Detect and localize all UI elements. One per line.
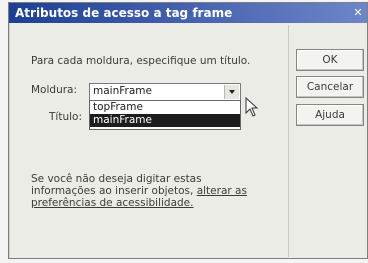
info-text: Se você não deseja digitar estas informa… [31, 173, 202, 197]
moldura-label: Moldura: [31, 84, 78, 96]
divider [288, 25, 289, 257]
dropdown-option-mainframe[interactable]: mainFrame [90, 114, 240, 127]
cancel-button[interactable]: Cancelar [296, 76, 364, 98]
titulo-label: Título: [49, 111, 82, 123]
ok-button[interactable]: OK [296, 49, 364, 71]
chevron-down-icon[interactable] [224, 85, 239, 99]
dropdown-option-topframe[interactable]: topFrame [90, 101, 240, 114]
help-button[interactable]: Ajuda [296, 104, 364, 126]
frame-accessibility-dialog: Atributos de acesso a tag frame ✕ Para c… [8, 2, 368, 259]
mouse-pointer-icon [245, 97, 259, 117]
instruction-text: Para cada moldura, especifique um título… [31, 55, 251, 67]
title-bar: Atributos de acesso a tag frame ✕ [9, 3, 367, 23]
moldura-select[interactable]: mainFrame [89, 83, 241, 101]
close-icon[interactable]: ✕ [351, 5, 365, 20]
moldura-dropdown-list: topFrame mainFrame [89, 100, 241, 130]
accessibility-info: Se você não deseja digitar estas informa… [31, 173, 251, 209]
window-title: Atributos de acesso a tag frame [15, 6, 233, 20]
moldura-selected-value: mainFrame [93, 85, 152, 97]
